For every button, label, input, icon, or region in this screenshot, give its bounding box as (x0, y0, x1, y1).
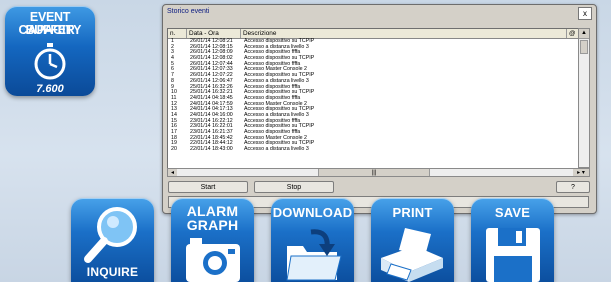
horizontal-scroll-thumb[interactable]: ||| (318, 169, 430, 176)
event-history-window: Storico eventi x n. Data - Ora Descrizio… (162, 4, 597, 214)
folder-download-icon (286, 229, 342, 281)
alarm-graph-label: ALARM GRAPH (186, 203, 239, 233)
save-button[interactable]: SAVE (471, 198, 554, 282)
event-rows: 1 26/01/14 12:08:21 Accesso dispositivo su… (168, 38, 579, 153)
stop-button[interactable]: Stop (254, 181, 334, 193)
alarm-graph-button[interactable]: ALARM GRAPH (171, 198, 254, 282)
close-button[interactable]: x (578, 7, 592, 20)
help-button[interactable]: ? (556, 181, 590, 193)
printer-icon (381, 228, 443, 282)
scroll-up-arrow-icon[interactable]: ▲ (579, 29, 589, 39)
vertical-scrollbar[interactable]: ▲ (578, 28, 590, 168)
floppy-disk-icon (486, 228, 540, 282)
print-label: PRINT (392, 205, 433, 220)
stopwatch-icon (34, 43, 66, 80)
camera-icon (186, 238, 240, 282)
download-label: DOWNLOAD (272, 205, 353, 220)
event-buffer-capacity-badge: EVENT BUFFER CAPACITY 7.600 (5, 6, 95, 96)
event-table: n. Data - Ora Descrizione @ 1 26/01/14 12… (167, 28, 580, 170)
vertical-scroll-thumb[interactable] (580, 40, 588, 54)
scroll-left-arrow-icon[interactable]: ◂ (168, 169, 177, 176)
badge-capacity-number: 7.600 (36, 83, 64, 95)
row-datetime: 22/01/14 18:43:00 (190, 146, 233, 153)
inquire-button[interactable]: INQUIRE (71, 198, 154, 282)
inquire-label: INQUIRE (86, 265, 139, 279)
badge-title-line2: CAPACITY (18, 23, 82, 37)
column-header-description[interactable]: Descrizione (241, 29, 567, 38)
download-button[interactable]: DOWNLOAD (271, 198, 354, 282)
magnifier-icon (84, 207, 137, 263)
print-button[interactable]: PRINT (371, 198, 454, 282)
row-description: Accesso a distanza livello 3 (244, 146, 309, 153)
table-row[interactable]: 20 22/01/14 18:43:00 Accesso a distanza li… (168, 146, 579, 153)
horizontal-scrollbar[interactable]: ◂ ||| ▸ ▾ (167, 168, 590, 177)
row-number: 20 (171, 146, 177, 153)
save-label: SAVE (494, 205, 531, 220)
column-header-datetime[interactable]: Data - Ora (187, 29, 241, 38)
column-header-number[interactable]: n. (168, 29, 187, 38)
start-button[interactable]: Start (168, 181, 248, 193)
scroll-right-arrow-icon[interactable]: ▸ ▾ (573, 169, 589, 176)
window-title: Storico eventi (167, 8, 210, 15)
